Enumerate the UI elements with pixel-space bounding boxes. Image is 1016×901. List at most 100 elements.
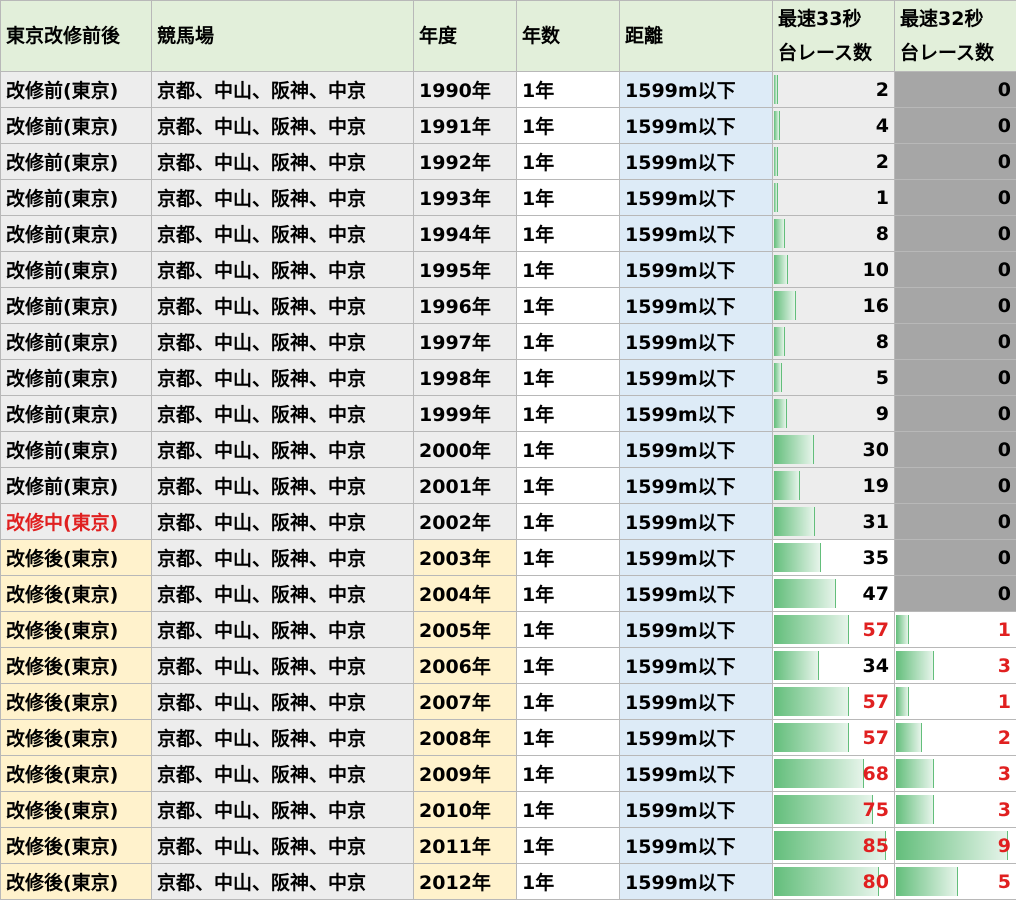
- r33-data-bar: [774, 471, 800, 500]
- cell-year: 2003年: [413, 539, 517, 576]
- header-year: 年度: [413, 0, 517, 72]
- r32-value: 0: [997, 114, 1011, 137]
- r33-value: 57: [862, 690, 889, 713]
- r32-value: 0: [997, 474, 1011, 497]
- table-row: 改修後(東京) 京都、中山、阪神、中京 2005年 1年 1599m以下 57 1: [0, 611, 1016, 648]
- cell-r32: 3: [894, 791, 1016, 828]
- cell-year: 1997年: [413, 323, 517, 360]
- cell-r33: 57: [772, 683, 895, 720]
- cell-r33: 5: [772, 359, 895, 396]
- cell-r32: 2: [894, 719, 1016, 756]
- cell-r32: 0: [894, 395, 1016, 432]
- r33-data-bar: [774, 507, 815, 536]
- r33-value: 85: [862, 834, 889, 857]
- r33-value: 57: [862, 618, 889, 641]
- cell-duration: 1年: [516, 431, 620, 468]
- cell-duration: 1年: [516, 719, 620, 756]
- table-row: 改修中(東京) 京都、中山、阪神、中京 2002年 1年 1599m以下 31 0: [0, 503, 1016, 540]
- cell-year: 2000年: [413, 431, 517, 468]
- cell-status: 改修前(東京): [0, 467, 152, 504]
- cell-course: 京都、中山、阪神、中京: [151, 539, 414, 576]
- cell-duration: 1年: [516, 647, 620, 684]
- r32-data-bar: [896, 615, 909, 644]
- cell-year: 2005年: [413, 611, 517, 648]
- cell-distance: 1599m以下: [619, 143, 773, 180]
- r33-data-bar: [774, 255, 788, 284]
- r33-data-bar: [774, 687, 849, 716]
- cell-r32: 0: [894, 107, 1016, 144]
- r32-value: 3: [997, 762, 1011, 785]
- cell-duration: 1年: [516, 287, 620, 324]
- cell-year: 1991年: [413, 107, 517, 144]
- r33-data-bar: [774, 399, 787, 428]
- r33-value: 47: [862, 582, 889, 605]
- cell-r33: 31: [772, 503, 895, 540]
- cell-course: 京都、中山、阪神、中京: [151, 359, 414, 396]
- r33-value: 9: [875, 402, 889, 425]
- cell-r33: 1: [772, 179, 895, 216]
- r33-value: 1: [875, 186, 889, 209]
- cell-r32: 0: [894, 251, 1016, 288]
- cell-r33: 57: [772, 719, 895, 756]
- r33-value: 8: [875, 222, 889, 245]
- cell-duration: 1年: [516, 575, 620, 612]
- cell-r32: 0: [894, 215, 1016, 252]
- cell-r33: 47: [772, 575, 895, 612]
- cell-year: 1996年: [413, 287, 517, 324]
- cell-course: 京都、中山、阪神、中京: [151, 755, 414, 792]
- cell-r33: 16: [772, 287, 895, 324]
- cell-r32: 0: [894, 575, 1016, 612]
- cell-distance: 1599m以下: [619, 323, 773, 360]
- r33-value: 35: [862, 546, 889, 569]
- cell-distance: 1599m以下: [619, 215, 773, 252]
- cell-distance: 1599m以下: [619, 611, 773, 648]
- cell-r33: 10: [772, 251, 895, 288]
- cell-r32: 0: [894, 143, 1016, 180]
- table-row: 改修前(東京) 京都、中山、阪神、中京 1995年 1年 1599m以下 10 0: [0, 251, 1016, 288]
- cell-year: 2009年: [413, 755, 517, 792]
- cell-duration: 1年: [516, 251, 620, 288]
- cell-r32: 9: [894, 827, 1016, 864]
- table-row: 改修後(東京) 京都、中山、阪神、中京 2009年 1年 1599m以下 68 3: [0, 755, 1016, 792]
- cell-distance: 1599m以下: [619, 827, 773, 864]
- table-row: 改修後(東京) 京都、中山、阪神、中京 2012年 1年 1599m以下 80 5: [0, 863, 1016, 900]
- cell-r32: 0: [894, 179, 1016, 216]
- r33-value: 10: [862, 258, 889, 281]
- cell-distance: 1599m以下: [619, 359, 773, 396]
- table-row: 改修後(東京) 京都、中山、阪神、中京 2007年 1年 1599m以下 57 1: [0, 683, 1016, 720]
- cell-r32: 1: [894, 683, 1016, 720]
- cell-duration: 1年: [516, 323, 620, 360]
- cell-course: 京都、中山、阪神、中京: [151, 647, 414, 684]
- cell-r32: 3: [894, 755, 1016, 792]
- cell-duration: 1年: [516, 755, 620, 792]
- header-r32: 最速32秒 台レース数: [894, 0, 1016, 72]
- cell-r33: 2: [772, 143, 895, 180]
- table-row: 改修前(東京) 京都、中山、阪神、中京 1998年 1年 1599m以下 5 0: [0, 359, 1016, 396]
- r33-value: 19: [862, 474, 889, 497]
- cell-r32: 0: [894, 431, 1016, 468]
- cell-duration: 1年: [516, 395, 620, 432]
- cell-duration: 1年: [516, 863, 620, 900]
- table-row: 改修後(東京) 京都、中山、阪神、中京 2004年 1年 1599m以下 47 0: [0, 575, 1016, 612]
- r32-value: 1: [997, 618, 1011, 641]
- cell-r32: 0: [894, 323, 1016, 360]
- cell-status: 改修前(東京): [0, 107, 152, 144]
- r33-value: 30: [862, 438, 889, 461]
- cell-duration: 1年: [516, 827, 620, 864]
- header-r32-line1: 最速32秒: [900, 8, 984, 30]
- r32-value: 1: [997, 690, 1011, 713]
- cell-course: 京都、中山、阪神、中京: [151, 683, 414, 720]
- table-row: 改修後(東京) 京都、中山、阪神、中京 2008年 1年 1599m以下 57 2: [0, 719, 1016, 756]
- cell-course: 京都、中山、阪神、中京: [151, 791, 414, 828]
- cell-status: 改修中(東京): [0, 503, 152, 540]
- r32-data-bar: [896, 723, 922, 752]
- header-status: 東京改修前後: [0, 0, 152, 72]
- r33-data-bar: [774, 759, 864, 788]
- header-course: 競馬場: [151, 0, 414, 72]
- r32-value: 3: [997, 654, 1011, 677]
- r33-data-bar: [774, 75, 778, 104]
- cell-year: 1994年: [413, 215, 517, 252]
- table-row: 改修前(東京) 京都、中山、阪神、中京 1991年 1年 1599m以下 4 0: [0, 107, 1016, 144]
- r32-value: 2: [997, 726, 1011, 749]
- cell-status: 改修前(東京): [0, 287, 152, 324]
